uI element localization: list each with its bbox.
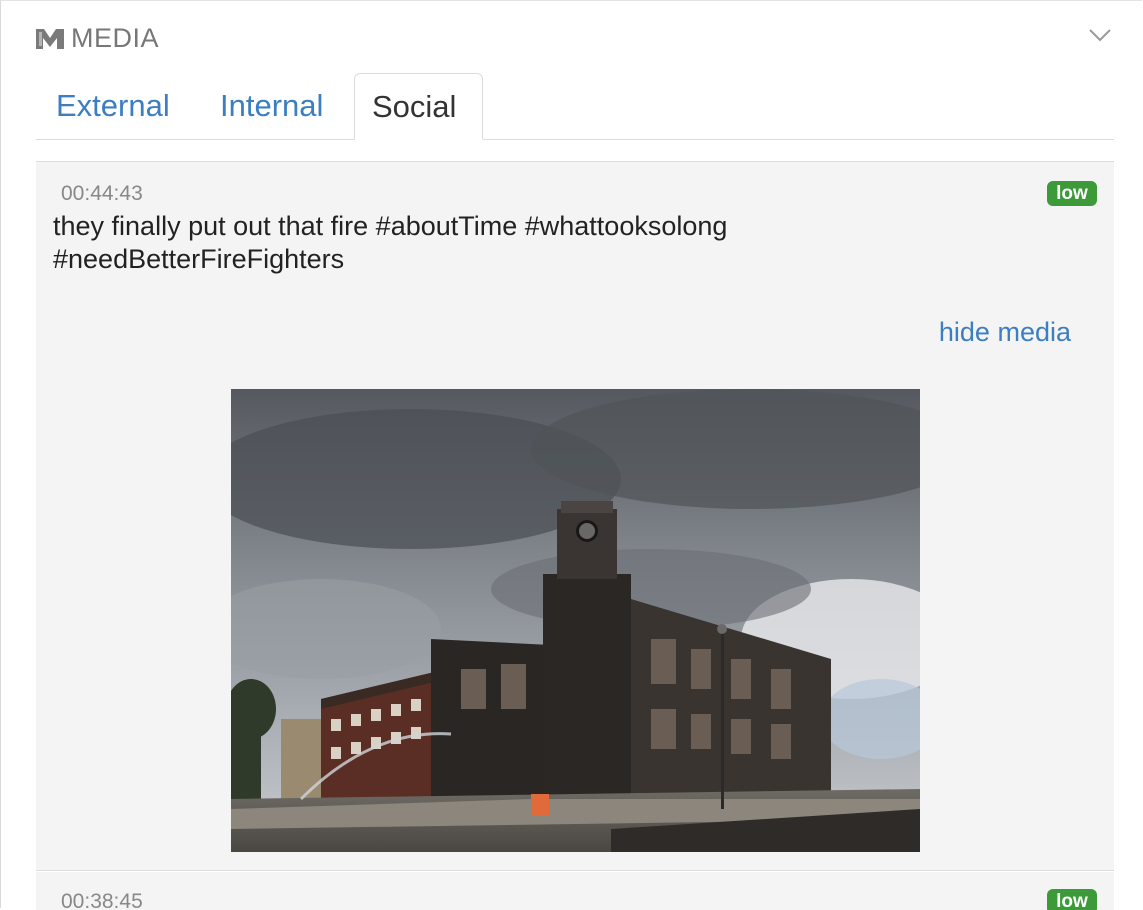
media-tabs: External Internal Social	[36, 73, 1114, 140]
tab-external[interactable]: External	[56, 73, 170, 139]
social-post: 00:44:43 low they finally put out that f…	[36, 162, 1114, 871]
tab-social[interactable]: Social	[354, 73, 483, 140]
priority-badge: low	[1047, 889, 1097, 910]
panel-title: MEDIA	[71, 23, 160, 53]
chevron-down-icon[interactable]	[1088, 27, 1112, 43]
hide-media-link[interactable]: hide media	[939, 317, 1071, 348]
social-feed[interactable]: 00:44:43 low they finally put out that f…	[36, 161, 1114, 910]
panel-header: MEDIA	[35, 23, 159, 54]
social-post: 00:38:45 low	[36, 872, 1114, 910]
post-timestamp: 00:44:43	[61, 182, 143, 205]
media-logo-icon	[36, 28, 64, 49]
post-text: they finally put out that fire #aboutTim…	[53, 211, 728, 274]
tab-internal[interactable]: Internal	[220, 73, 323, 139]
post-media-image[interactable]	[231, 389, 920, 852]
media-panel: MEDIA External Internal Social 00:44:43 …	[0, 0, 1142, 910]
priority-badge: low	[1047, 181, 1097, 206]
post-timestamp: 00:38:45	[61, 890, 143, 910]
